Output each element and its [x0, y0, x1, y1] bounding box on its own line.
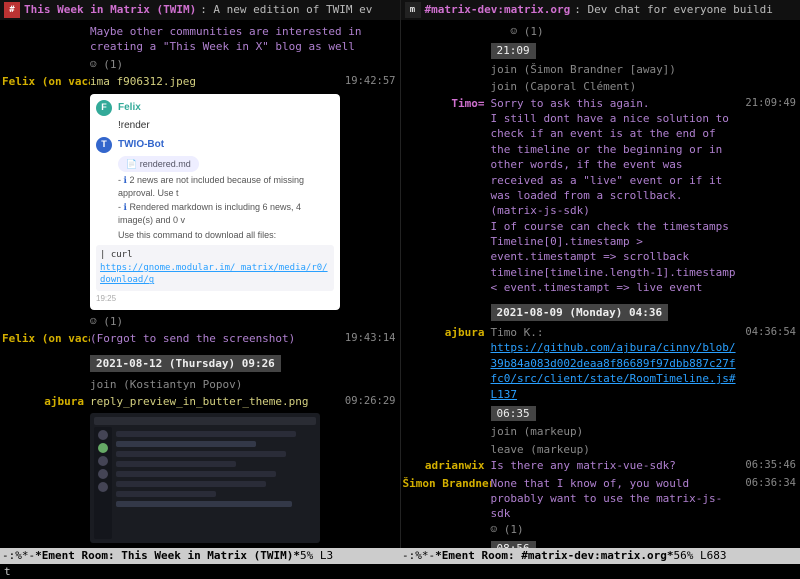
render-card: F Felix !render T TWIO-Bot 📄 rendered.md: [90, 94, 340, 311]
message-text: Sorry to ask this again.: [491, 96, 739, 111]
reaction-count[interactable]: (1): [103, 58, 123, 71]
timestamp: 19:42:57: [342, 74, 398, 89]
message-text: (matrix-js-sdk): [491, 203, 739, 218]
card-command: !render: [118, 119, 334, 133]
timestamp: 06:36:34: [742, 476, 798, 491]
sender-adrian[interactable]: adrianwix: [403, 458, 491, 473]
room-name-left[interactable]: This Week in Matrix (TWIM): [24, 2, 196, 17]
sender-felix[interactable]: Felix (on vaca: [2, 74, 90, 89]
message-text: (Forgot to send the screenshot): [90, 331, 342, 346]
reaction-count[interactable]: (1): [524, 25, 544, 38]
day-divider: 2021-08-12 (Thursday) 09:26: [90, 355, 281, 372]
smile-icon: ☺: [491, 523, 498, 536]
timestamp: 04:36:54: [742, 325, 798, 340]
membership-event: join (Caporal Clément): [491, 78, 799, 95]
room-name-right[interactable]: #matrix-dev:matrix.org: [425, 2, 571, 17]
timestamp: 21:09:49: [742, 96, 798, 111]
right-body[interactable]: ☺ (1) 21:09 join (Šimon Brandner [away])…: [401, 20, 800, 548]
room-avatar-right: m: [405, 2, 421, 18]
card-bullet: 2 news are not included because of missi…: [118, 175, 304, 198]
github-link[interactable]: https://github.com/ajbura/cinny/blob/39b…: [491, 341, 736, 400]
time-badge: 06:35: [491, 406, 536, 421]
card-sender: Felix: [118, 101, 141, 115]
reaction-count[interactable]: (1): [504, 523, 524, 536]
time-badge: 08:56: [491, 541, 536, 548]
timestamp: 19:43:14: [342, 331, 398, 346]
smile-icon: ☺: [511, 25, 518, 38]
timestamp: 09:26:31: [342, 547, 398, 548]
right-pane: m #matrix-dev:matrix.org : Dev chat for …: [401, 0, 800, 548]
bot-avatar-icon: T: [96, 137, 112, 153]
timestamp: 06:35:46: [742, 458, 798, 473]
left-body[interactable]: Maybe other communities are interested i…: [0, 20, 400, 548]
message-text: Maybe other communities are interested i…: [90, 24, 398, 55]
membership-event: join (Kostiantyn Popov): [90, 376, 398, 393]
sender-ajbura[interactable]: ajbura: [2, 394, 90, 409]
card-ts: 19:25: [96, 293, 334, 304]
message-text: I of course can check the timestamps Tim…: [491, 219, 739, 296]
room-avatar-left: #: [4, 2, 20, 18]
screenshot-thumbnail[interactable]: [90, 413, 320, 543]
sender-timo[interactable]: Timo=: [403, 96, 491, 111]
sender-ajbura[interactable]: ajbura: [2, 547, 90, 548]
membership-event: leave (markeup): [491, 441, 799, 458]
sender-ajbura[interactable]: ajbura: [403, 325, 491, 340]
smile-icon: ☺: [90, 315, 97, 328]
card-bot: TWIO-Bot: [118, 138, 164, 152]
left-pane: # This Week in Matrix (TWIM) : A new edi…: [0, 0, 401, 548]
reaction-count[interactable]: (1): [103, 315, 123, 328]
time-badge: 21:09: [491, 43, 536, 58]
room-topic-left: : A new edition of TWIM ev: [200, 2, 372, 17]
message-text: None that I know of, you would probably …: [491, 476, 739, 522]
left-header: # This Week in Matrix (TWIM) : A new edi…: [0, 0, 400, 20]
card-bullet: Rendered markdown is including 6 news, 4…: [118, 202, 301, 225]
reply-target: Timo K.:: [491, 325, 739, 340]
message-text: Is there any matrix-vue-sdk?: [491, 458, 743, 473]
membership-event: join (Šimon Brandner [away]): [491, 61, 799, 78]
image-filename[interactable]: reply_preview_in_butter_theme.png: [90, 394, 342, 409]
mode-line: -:%*- *Ement Room: This Week in Matrix (…: [0, 548, 800, 564]
day-divider: 2021-08-09 (Monday) 04:36: [491, 304, 669, 321]
modeline-prefix: -:%*-: [2, 548, 35, 563]
modeline-position: 56% L683: [674, 548, 727, 563]
buffer-name-left[interactable]: *Ement Room: This Week in Matrix (TWIM)*: [35, 548, 300, 563]
buffer-name-right[interactable]: *Ement Room: #matrix-dev:matrix.org*: [435, 548, 673, 563]
modeline-position: 5% L3: [300, 548, 333, 563]
image-filename[interactable]: ima f906312.jpeg: [90, 74, 342, 89]
message-text: I still dont have a nice solution to che…: [491, 111, 739, 203]
smile-icon: ☺: [90, 58, 97, 71]
sender-simon[interactable]: Šimon Brandner: [403, 476, 491, 491]
sender-felix[interactable]: Felix (on vaca: [2, 331, 90, 346]
modeline-prefix: -:%*-: [402, 548, 435, 563]
minibuffer[interactable]: t: [0, 564, 800, 579]
membership-event: join (markeup): [491, 423, 799, 440]
room-topic-right: : Dev chat for everyone buildi: [574, 2, 773, 17]
timestamp: 09:26:29: [342, 394, 398, 409]
message-text: TWIM:: [90, 547, 342, 548]
card-url[interactable]: https://gnome.modular.im/_matrix/media/r…: [100, 263, 328, 286]
user-avatar-icon: F: [96, 100, 112, 116]
right-header: m #matrix-dev:matrix.org : Dev chat for …: [401, 0, 800, 20]
file-pill[interactable]: 📄 rendered.md: [118, 156, 199, 173]
card-hint: Use this command to download all files:: [118, 229, 334, 242]
